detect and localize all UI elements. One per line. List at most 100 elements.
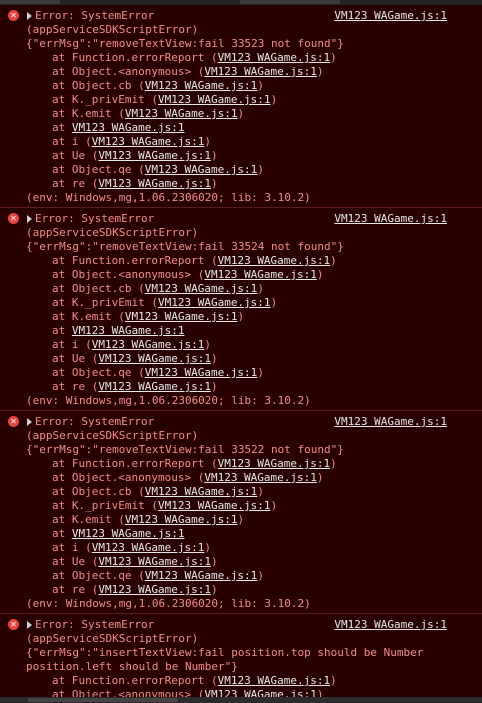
frame-caller: at bbox=[52, 121, 72, 134]
stack-frame: at Object.<anonymous> (VM123 WAGame.js:1… bbox=[0, 471, 482, 485]
stack-frame: at Object.<anonymous> (VM123 WAGame.js:1… bbox=[0, 688, 482, 697]
error-header: Error: SystemError bbox=[35, 618, 155, 631]
frame-caller: at Object.qe ( bbox=[52, 569, 145, 582]
frame-close: ) bbox=[210, 380, 218, 393]
stack-frame: at re (VM123 WAGame.js:1) bbox=[0, 177, 482, 191]
frame-source-link[interactable]: VM123 WAGame.js:1 bbox=[72, 527, 185, 540]
frame-source-link[interactable]: VM123 WAGame.js:1 bbox=[98, 177, 211, 190]
error-message-line: {"errMsg":"removeTextView:fail 33523 not… bbox=[26, 37, 344, 50]
frame-caller: at Ue ( bbox=[52, 149, 99, 162]
error-message-line: {"errMsg":"insertTextView:fail position.… bbox=[26, 646, 424, 659]
expand-triangle-icon[interactable] bbox=[27, 621, 32, 629]
frame-source-link[interactable]: VM123 WAGame.js:1 bbox=[98, 555, 211, 568]
frame-source-link[interactable]: VM123 WAGame.js:1 bbox=[72, 121, 185, 134]
frame-source-link[interactable]: VM123 WAGame.js:1 bbox=[145, 366, 258, 379]
frame-source-link[interactable]: VM123 WAGame.js:1 bbox=[218, 254, 331, 267]
console-error-entry: ✕ Error: SystemError VM123 WAGame.js:1 (app… bbox=[0, 614, 482, 697]
stack-frame: at Object.cb (VM123 WAGame.js:1) bbox=[0, 79, 482, 93]
stack-frame: at re (VM123 WAGame.js:1) bbox=[0, 583, 482, 597]
stack-frame: at VM123 WAGame.js:1 bbox=[0, 324, 482, 338]
horizontal-scrollbar[interactable] bbox=[0, 697, 482, 703]
frame-source-link[interactable]: VM123 WAGame.js:1 bbox=[204, 471, 317, 484]
error-x-icon: ✕ bbox=[8, 416, 19, 427]
stack-frame: at Object.qe (VM123 WAGame.js:1) bbox=[0, 569, 482, 583]
frame-source-link[interactable]: VM123 WAGame.js:1 bbox=[92, 541, 205, 554]
error-header: Error: SystemError bbox=[35, 415, 155, 428]
frame-source-link[interactable]: VM123 WAGame.js:1 bbox=[98, 583, 211, 596]
entry-header-row: ✕ Error: SystemError VM123 WAGame.js:1 bbox=[0, 212, 482, 226]
frame-close: ) bbox=[270, 499, 278, 512]
frame-source-link[interactable]: VM123 WAGame.js:1 bbox=[145, 79, 258, 92]
frame-close: ) bbox=[210, 583, 218, 596]
stack-frame: at Ue (VM123 WAGame.js:1) bbox=[0, 555, 482, 569]
frame-source-link[interactable]: VM123 WAGame.js:1 bbox=[72, 324, 185, 337]
frame-close: ) bbox=[257, 79, 264, 92]
frame-close: ) bbox=[316, 268, 324, 281]
frame-source-link[interactable]: VM123 WAGame.js:1 bbox=[204, 65, 317, 78]
frame-close: ) bbox=[316, 471, 324, 484]
frame-close: ) bbox=[330, 254, 337, 267]
stack-frame: at Function.errorReport (VM123 WAGame.js… bbox=[0, 674, 482, 688]
stack-frame: at Object.qe (VM123 WAGame.js:1) bbox=[0, 163, 482, 177]
frame-caller: at Object.qe ( bbox=[52, 163, 145, 176]
frame-source-link[interactable]: VM123 WAGame.js:1 bbox=[204, 268, 317, 281]
frame-source-link[interactable]: VM123 WAGame.js:1 bbox=[218, 51, 331, 64]
expand-triangle-icon[interactable] bbox=[27, 12, 32, 20]
stack-frame: at K.emit (VM123 WAGame.js:1) bbox=[0, 513, 482, 527]
stack-frame: at i (VM123 WAGame.js:1) bbox=[0, 338, 482, 352]
stack-frame: at i (VM123 WAGame.js:1) bbox=[0, 541, 482, 555]
frame-caller: at bbox=[52, 324, 72, 337]
source-link[interactable]: VM123 WAGame.js:1 bbox=[334, 9, 447, 23]
frame-source-link[interactable]: VM123 WAGame.js:1 bbox=[92, 338, 205, 351]
frame-source-link[interactable]: VM123 WAGame.js:1 bbox=[145, 163, 258, 176]
error-header: Error: SystemError bbox=[35, 9, 155, 22]
frame-source-link[interactable]: VM123 WAGame.js:1 bbox=[218, 457, 331, 470]
frame-source-link[interactable]: VM123 WAGame.js:1 bbox=[158, 499, 271, 512]
frame-close: ) bbox=[237, 513, 245, 526]
frame-caller: at K._privEmit ( bbox=[52, 296, 158, 309]
frame-caller: at re ( bbox=[52, 583, 99, 596]
frame-close: ) bbox=[204, 541, 211, 554]
frame-caller: at Object.cb ( bbox=[52, 282, 145, 295]
frame-close: ) bbox=[257, 366, 264, 379]
frame-caller: at bbox=[52, 527, 72, 540]
source-link[interactable]: VM123 WAGame.js:1 bbox=[334, 618, 447, 632]
frame-close: ) bbox=[330, 457, 337, 470]
error-message-line: (appServiceSDKScriptError) bbox=[26, 429, 199, 442]
frame-source-link[interactable]: VM123 WAGame.js:1 bbox=[125, 513, 238, 526]
frame-source-link[interactable]: VM123 WAGame.js:1 bbox=[145, 569, 258, 582]
frame-source-link[interactable]: VM123 WAGame.js:1 bbox=[98, 352, 211, 365]
frame-close: ) bbox=[316, 65, 324, 78]
expand-triangle-icon[interactable] bbox=[27, 215, 32, 223]
frame-caller: at K.emit ( bbox=[52, 513, 125, 526]
env-info-line: (env: Windows,mg,1.06.2306020; lib: 3.10… bbox=[26, 394, 311, 407]
expand-triangle-icon[interactable] bbox=[27, 418, 32, 426]
error-x-icon: ✕ bbox=[8, 10, 19, 21]
frame-caller: at i ( bbox=[52, 135, 92, 148]
stack-frame: at K._privEmit (VM123 WAGame.js:1) bbox=[0, 499, 482, 513]
frame-caller: at Object.cb ( bbox=[52, 485, 145, 498]
source-link[interactable]: VM123 WAGame.js:1 bbox=[334, 415, 447, 429]
frame-source-link[interactable]: VM123 WAGame.js:1 bbox=[204, 688, 317, 697]
frame-close: ) bbox=[270, 296, 278, 309]
frame-source-link[interactable]: VM123 WAGame.js:1 bbox=[145, 282, 258, 295]
frame-source-link[interactable]: VM123 WAGame.js:1 bbox=[158, 296, 271, 309]
frame-source-link[interactable]: VM123 WAGame.js:1 bbox=[125, 310, 238, 323]
frame-source-link[interactable]: VM123 WAGame.js:1 bbox=[125, 107, 238, 120]
toolbar-tab-edge bbox=[240, 0, 340, 4]
source-link[interactable]: VM123 WAGame.js:1 bbox=[334, 212, 447, 226]
frame-source-link[interactable]: VM123 WAGame.js:1 bbox=[98, 380, 211, 393]
frame-source-link[interactable]: VM123 WAGame.js:1 bbox=[92, 135, 205, 148]
scrollbar-thumb[interactable] bbox=[28, 698, 178, 702]
entry-header-row: ✕ Error: SystemError VM123 WAGame.js:1 bbox=[0, 415, 482, 429]
stack-frame: at Object.cb (VM123 WAGame.js:1) bbox=[0, 485, 482, 499]
frame-source-link[interactable]: VM123 WAGame.js:1 bbox=[218, 674, 331, 687]
toolbar-tab-edge bbox=[0, 0, 60, 4]
console-log: ✕ Error: SystemError VM123 WAGame.js:1 (app… bbox=[0, 5, 482, 697]
frame-source-link[interactable]: VM123 WAGame.js:1 bbox=[158, 93, 271, 106]
stack-frame: at Function.errorReport (VM123 WAGame.js… bbox=[0, 51, 482, 65]
error-message-line: (appServiceSDKScriptError) bbox=[26, 632, 199, 645]
frame-caller: at Object.<anonymous> ( bbox=[52, 471, 205, 484]
frame-source-link[interactable]: VM123 WAGame.js:1 bbox=[145, 485, 258, 498]
frame-source-link[interactable]: VM123 WAGame.js:1 bbox=[98, 149, 211, 162]
